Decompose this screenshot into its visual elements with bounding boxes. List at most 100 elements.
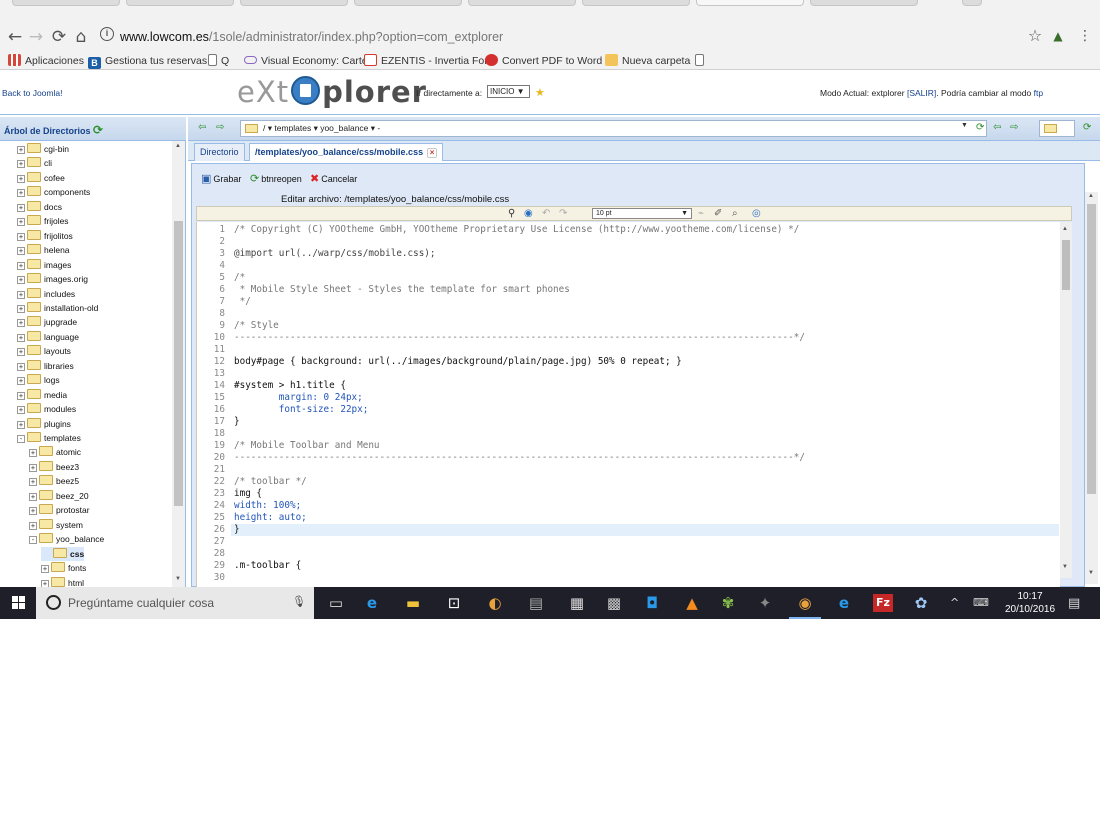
bookmark-item[interactable]: EZENTIS - Invertia For	[364, 53, 488, 69]
tree-item[interactable]: + atomic	[29, 445, 81, 459]
tree-item[interactable]: + images.orig	[17, 272, 88, 286]
ftp-mode-link[interactable]: ftp	[1034, 88, 1043, 98]
tree-item[interactable]: + cli	[17, 156, 52, 170]
scroll-up-icon[interactable]: ▲	[175, 143, 181, 149]
expand-icon[interactable]: +	[17, 333, 25, 342]
bookmark-folder[interactable]: Nueva carpeta	[605, 53, 690, 69]
expand-icon[interactable]: +	[17, 247, 25, 256]
back-arrow-icon[interactable]: ←	[4, 26, 26, 48]
reset-highlight-icon[interactable]: ✐	[714, 208, 722, 219]
address-bar[interactable]: www.lowcom.es/1sole/administrator/index.…	[120, 27, 1080, 47]
tree-item[interactable]: + includes	[17, 287, 75, 301]
tree-item[interactable]: + beez_20	[29, 489, 89, 503]
tree-item[interactable]: + html	[41, 576, 84, 587]
bookmark-item[interactable]: B Gestiona tus reservas	[88, 53, 207, 69]
goto-select[interactable]: INICIO ▼	[487, 85, 530, 98]
browser-tab[interactable]	[12, 0, 120, 6]
tray-chevron-icon[interactable]: ^	[950, 596, 959, 609]
salir-link[interactable]: [SALIR]	[907, 88, 936, 98]
file-explorer-icon[interactable]: ▬	[403, 594, 423, 612]
refresh-icon[interactable]: ⟳	[976, 122, 984, 133]
app-icon[interactable]: ◐	[485, 594, 505, 612]
tree-item[interactable]: + beez5	[29, 474, 79, 488]
expand-icon[interactable]: +	[29, 492, 37, 501]
path-combo[interactable]: / ▾ templates ▾ yoo_balance ▾ -	[240, 120, 987, 137]
back-arrow-icon[interactable]: ⇦	[198, 122, 206, 133]
browser-tab[interactable]	[582, 0, 690, 6]
browser-tab[interactable]	[126, 0, 234, 6]
scroll-thumb[interactable]	[1087, 204, 1096, 494]
expand-icon[interactable]: +	[17, 276, 25, 285]
app-icon[interactable]: ✾	[718, 594, 738, 612]
code-editor[interactable]: 1 /* Copyright (C) YOOtheme GmbH, YOOthem…	[196, 222, 1060, 587]
browser-tab[interactable]	[354, 0, 462, 6]
notifications-icon[interactable]: ▤	[1068, 596, 1080, 611]
toggle-editor-icon[interactable]: ⌕	[732, 208, 738, 219]
app-icon[interactable]: ▤	[526, 594, 546, 612]
expand-icon[interactable]: +	[29, 449, 37, 458]
chrome-icon[interactable]: ◉	[789, 594, 821, 619]
windows-start-button[interactable]	[12, 596, 26, 610]
reopen-button[interactable]: ⟳ btnreopen	[250, 172, 302, 185]
search-field[interactable]	[1039, 120, 1075, 137]
undo-icon[interactable]: ↶	[542, 208, 550, 219]
filezilla-icon[interactable]: Fz	[873, 594, 893, 612]
expand-icon[interactable]: +	[17, 304, 25, 313]
task-view-icon[interactable]: ▭	[326, 594, 346, 612]
expand-icon[interactable]: +	[17, 391, 25, 400]
forward-arrow-icon[interactable]: ⇨	[1010, 122, 1018, 133]
app-icon[interactable]: ✦	[755, 594, 775, 612]
keyboard-icon[interactable]: ⌨	[973, 596, 989, 609]
scroll-up-icon[interactable]: ▲	[1062, 226, 1068, 232]
expand-icon[interactable]: +	[17, 406, 25, 415]
scroll-down-icon[interactable]: ▼	[175, 576, 181, 582]
editor-scrollbar[interactable]: ▲ ▼	[1085, 192, 1098, 584]
tree-item[interactable]: + frijolitos	[17, 229, 73, 243]
tree-item[interactable]: + libraries	[17, 359, 74, 373]
scroll-down-icon[interactable]: ▼	[1088, 570, 1094, 576]
tree-item[interactable]: + components	[17, 185, 90, 199]
expand-icon[interactable]: +	[17, 362, 25, 371]
menu-icon[interactable]: ⋮	[1074, 25, 1096, 47]
extension-icon[interactable]: ▲	[1047, 25, 1069, 47]
expand-icon[interactable]: +	[17, 218, 25, 227]
expand-icon[interactable]: +	[17, 189, 25, 198]
browser-tab-active[interactable]	[696, 0, 804, 6]
tree-item[interactable]: + protostar	[29, 503, 90, 517]
tree-item[interactable]: + helena	[17, 243, 70, 257]
new-tab-button[interactable]	[962, 0, 982, 6]
scroll-up-icon[interactable]: ▲	[1088, 193, 1094, 199]
refresh-icon[interactable]: ⟳	[1083, 122, 1091, 133]
back-to-joomla-link[interactable]: Back to Joomla!	[2, 88, 62, 98]
tree-item[interactable]: + plugins	[17, 417, 71, 431]
forward-arrow-icon[interactable]: ⇨	[216, 122, 224, 133]
ie-icon[interactable]: e	[362, 594, 382, 612]
close-tab-icon[interactable]: ×	[427, 148, 438, 158]
tree-item[interactable]: + images	[17, 258, 71, 272]
tree-item[interactable]: + fonts	[41, 561, 86, 575]
home-icon[interactable]: ⌂	[70, 26, 92, 48]
bookmark-item[interactable]	[695, 53, 708, 69]
expand-icon[interactable]: +	[17, 290, 25, 299]
app-icon[interactable]: ▩	[604, 594, 624, 612]
expand-icon[interactable]: +	[29, 507, 37, 516]
favorites-star-icon[interactable]: ★	[535, 86, 545, 99]
info-icon[interactable]: i	[100, 27, 114, 41]
expand-icon[interactable]: +	[17, 261, 25, 270]
tree-scrollbar[interactable]: ▲ ▼	[172, 141, 185, 587]
tree-item[interactable]: + frijoles	[17, 214, 69, 228]
path-dropdown-icon[interactable]: ▼	[961, 122, 968, 129]
taskbar-search[interactable]: Pregúntame cualquier cosa 🎙	[36, 587, 314, 619]
save-button[interactable]: ▣ Grabar	[201, 172, 241, 185]
expand-icon[interactable]: +	[17, 377, 25, 386]
tree-item[interactable]: css	[41, 546, 85, 561]
tab-mobile-css[interactable]: /templates/yoo_balance/css/mobile.css ×	[249, 143, 444, 161]
collapse-icon[interactable]: -	[29, 536, 37, 545]
tree-item[interactable]: + installation-old	[17, 301, 98, 315]
tree-item[interactable]: + cgi-bin	[17, 142, 69, 156]
tree-item[interactable]: + language	[17, 330, 79, 344]
reload-icon[interactable]: ⟳	[48, 26, 70, 48]
tree-item[interactable]: + modules	[17, 402, 76, 416]
expand-icon[interactable]: +	[17, 348, 25, 357]
tree-item[interactable]: + media	[17, 388, 67, 402]
